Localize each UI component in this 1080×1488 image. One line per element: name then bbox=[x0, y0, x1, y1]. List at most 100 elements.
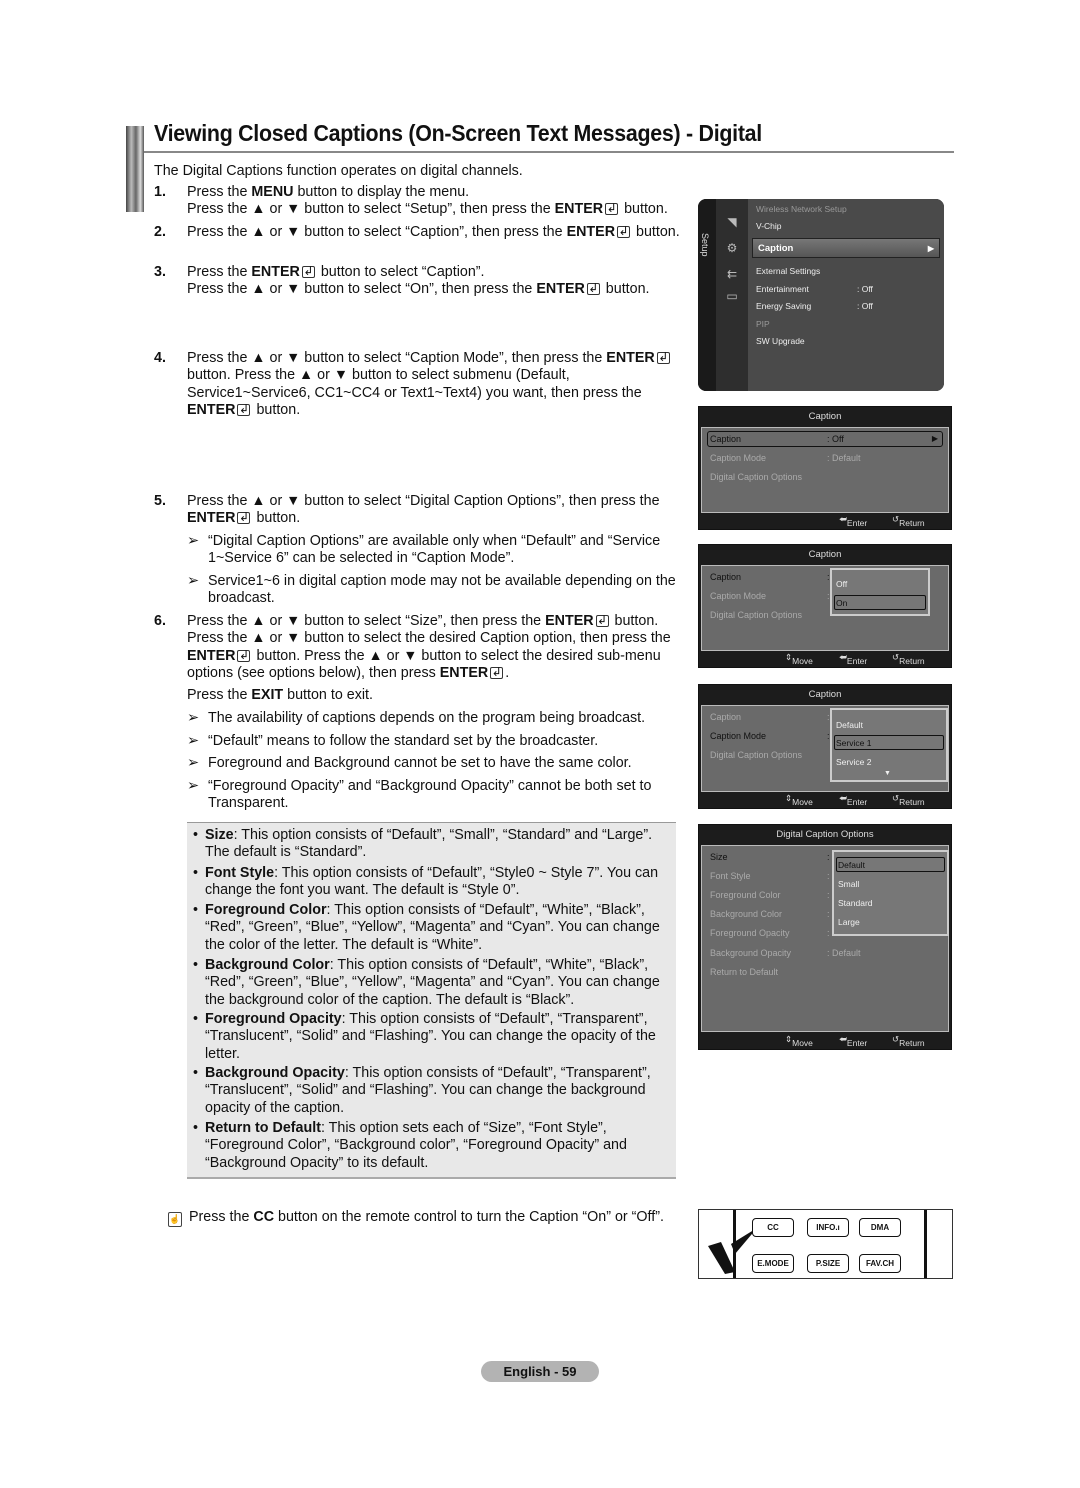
bold-keyword: EXIT bbox=[251, 687, 284, 703]
row-foreground-color[interactable]: Foreground Color: bbox=[710, 890, 830, 900]
bold-keyword: ENTER bbox=[187, 510, 236, 527]
option-service-1[interactable]: Service 1 bbox=[836, 738, 871, 748]
step-6: 6. Press the ▲ or ▼ button to select “Siz… bbox=[154, 613, 689, 682]
bullet-icon: • bbox=[193, 1120, 199, 1136]
remote-control-illustration: CC INFO.ı DMA E.MODE P.SIZE FAV.CH bbox=[698, 1209, 953, 1279]
enter-icon: ↲ bbox=[656, 350, 670, 364]
row-caption[interactable]: Caption: Off bbox=[710, 434, 844, 444]
remote-psize-button[interactable]: P.SIZE bbox=[807, 1254, 849, 1273]
page-title: Viewing Closed Captions (On-Screen Text … bbox=[154, 120, 762, 146]
row-caption-mode[interactable]: Caption Mode: bbox=[710, 591, 830, 601]
enter-icon: ↲ bbox=[490, 664, 504, 679]
bold-keyword: ENTER bbox=[545, 613, 594, 629]
bold-keyword: ENTER bbox=[606, 350, 655, 366]
option-name: Size bbox=[205, 827, 234, 843]
step-5: 5. Press the ▲ or ▼ button to select “Dig… bbox=[154, 493, 689, 528]
row-size[interactable]: Size: bbox=[710, 852, 830, 862]
enter-icon: ↲ bbox=[301, 264, 315, 278]
bold-keyword: ENTER bbox=[187, 647, 236, 664]
submenu-arrow-icon: ▶ bbox=[927, 244, 934, 253]
row-caption-mode[interactable]: Caption Mode: bbox=[710, 731, 830, 741]
menu-item-entertainment[interactable]: Entertainment: Off bbox=[756, 284, 873, 294]
option-small[interactable]: Small bbox=[838, 879, 859, 889]
remote-info-button[interactable]: INFO.ı bbox=[807, 1218, 849, 1237]
menu-item-energy-saving[interactable]: Energy Saving: Off bbox=[756, 301, 873, 311]
menu-item-wireless-network-setup[interactable]: Wireless Network Setup bbox=[756, 204, 847, 214]
menu-item-caption-selected[interactable]: Caption ▶ bbox=[752, 238, 940, 258]
option-background-opacity: • Background Opacity: This option consist… bbox=[193, 1065, 651, 1116]
bullet-icon: • bbox=[193, 865, 199, 881]
intro-text: The Digital Captions function operates o… bbox=[154, 163, 523, 179]
remote-dma-button[interactable]: DMA bbox=[859, 1218, 901, 1237]
row-digital-caption-options[interactable]: Digital Caption Options bbox=[710, 750, 802, 760]
remote-emode-button[interactable]: E.MODE bbox=[752, 1254, 794, 1273]
row-digital-caption-options[interactable]: Digital Caption Options bbox=[710, 610, 802, 620]
bold-keyword: ENTER bbox=[554, 201, 604, 218]
row-return-to-default[interactable]: Return to Default bbox=[710, 967, 778, 977]
option-foreground-opacity: • Foreground Opacity: This option consist… bbox=[193, 1011, 656, 1062]
option-default[interactable]: Default bbox=[836, 720, 863, 730]
row-caption[interactable]: Caption: bbox=[710, 712, 830, 722]
step-text: Press the ▲ or ▼ button to select “Digit… bbox=[187, 493, 660, 527]
panel-footer: ⇕ Move ⮨ Enter ↺ Return bbox=[699, 789, 951, 808]
option-on[interactable]: On bbox=[836, 598, 847, 608]
option-name: Font Style bbox=[205, 865, 275, 881]
enter-icon: ↲ bbox=[605, 201, 619, 216]
bold-keyword: ENTER bbox=[536, 281, 585, 298]
option-standard[interactable]: Standard bbox=[838, 898, 873, 908]
setup-side-label: Setup bbox=[700, 233, 710, 257]
enter-icon: ↲ bbox=[237, 510, 251, 525]
submenu-arrow-icon: ▶ bbox=[931, 434, 938, 443]
remote-cc-button[interactable]: CC bbox=[752, 1218, 794, 1237]
menu-item-pip[interactable]: PIP bbox=[756, 319, 770, 329]
option-service-2[interactable]: Service 2 bbox=[836, 757, 871, 767]
row-background-color[interactable]: Background Color: bbox=[710, 909, 830, 919]
menu-item-external-settings[interactable]: External Settings bbox=[756, 266, 820, 276]
return-hint: ↺ Return bbox=[892, 652, 925, 666]
row-background-opacity[interactable]: Background Opacity: Default bbox=[710, 948, 861, 958]
scroll-down-icon[interactable]: ▼ bbox=[884, 770, 891, 777]
note-arrow-icon: ➢ bbox=[187, 533, 199, 549]
size-popup: Default Small Standard Large bbox=[832, 850, 949, 936]
option-off[interactable]: Off bbox=[836, 579, 847, 589]
step-number: 6. bbox=[154, 613, 166, 629]
row-caption[interactable]: Caption: bbox=[710, 572, 830, 582]
bullet-icon: • bbox=[193, 1065, 199, 1081]
move-hint: ⇕ Move bbox=[785, 793, 813, 807]
option-foreground-color: • Foreground Color: This option consists … bbox=[193, 902, 660, 953]
caption-panel-3: Caption Caption: Caption Mode: Digital C… bbox=[698, 684, 952, 809]
note-arrow-icon: ➢ bbox=[187, 733, 199, 749]
note-arrow-icon: ➢ bbox=[187, 710, 199, 726]
move-hint: ⇕ Move bbox=[785, 652, 813, 666]
setup-menu-list: Wireless Network Setup V-Chip External S… bbox=[748, 199, 944, 391]
caption-mode-popup: Default Service 1 Service 2 ▼ bbox=[830, 708, 948, 782]
menu-item-v-chip[interactable]: V-Chip bbox=[756, 221, 782, 231]
step-number: 3. bbox=[154, 264, 166, 280]
panel-footer: ⮨ Enter ↺ Return bbox=[699, 510, 951, 529]
bold-keyword: ENTER bbox=[566, 224, 616, 240]
exit-line: Press the EXIT button to exit. bbox=[187, 687, 373, 703]
row-font-style[interactable]: Font Style: bbox=[710, 871, 830, 881]
note-exit-3: ➢ Foreground and Background cannot be se… bbox=[187, 755, 632, 771]
menu-icons-column: ◥ ⚙ ⇇ ▭ bbox=[716, 199, 748, 391]
note-step5-1: ➢ “Digital Caption Options” are availabl… bbox=[187, 533, 661, 567]
row-digital-caption-options[interactable]: Digital Caption Options bbox=[710, 472, 802, 482]
return-hint: ↺ Return bbox=[892, 514, 925, 528]
note-step5-2: ➢ Service1~6 in digital caption mode may… bbox=[187, 573, 676, 607]
row-foreground-opacity[interactable]: Foreground Opacity: bbox=[710, 928, 830, 938]
step-text: Press the ▲ or ▼ button to select “Size”… bbox=[187, 613, 671, 681]
row-caption-mode[interactable]: Caption Mode: Default bbox=[710, 453, 861, 463]
panel-header: Caption bbox=[808, 411, 842, 422]
option-highlight bbox=[834, 595, 926, 610]
step-text: Press the MENU button to display the men… bbox=[187, 184, 668, 218]
page-number-badge: English - 59 bbox=[481, 1361, 599, 1382]
enter-icon: ↲ bbox=[237, 647, 251, 662]
remote-favch-button[interactable]: FAV.CH bbox=[859, 1254, 901, 1273]
option-default[interactable]: Default bbox=[838, 860, 865, 870]
setup-menu-screen: Setup ◥ ⚙ ⇇ ▭ Wireless Network Setup V-C… bbox=[698, 199, 944, 391]
option-large[interactable]: Large bbox=[838, 917, 860, 927]
menu-item-sw-upgrade[interactable]: SW Upgrade bbox=[756, 336, 805, 346]
step-text: Press the ▲ or ▼ button to select “Capti… bbox=[187, 224, 680, 240]
section-marker-bar bbox=[126, 126, 144, 212]
option-return-to-default: • Return to Default: This option sets eac… bbox=[193, 1120, 627, 1171]
